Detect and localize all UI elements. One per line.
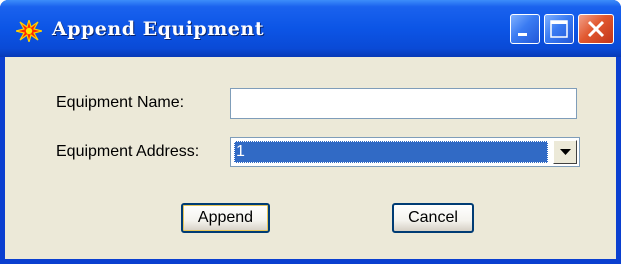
close-button[interactable] [578, 14, 614, 44]
title-bar[interactable]: Append Equipment [0, 0, 621, 57]
maximize-button[interactable] [544, 14, 574, 44]
minimize-button[interactable] [510, 14, 540, 44]
dialog-window: Append Equipment Equipment Name: Equipme… [0, 0, 621, 264]
window-title: Append Equipment [52, 18, 264, 40]
append-button[interactable]: Append [181, 203, 270, 233]
equipment-address-select[interactable]: 1 [230, 137, 580, 167]
chevron-down-icon [560, 149, 571, 155]
equipment-name-label: Equipment Name: [56, 94, 185, 111]
equipment-address-label: Equipment Address: [56, 143, 200, 160]
cancel-button[interactable]: Cancel [392, 203, 474, 233]
dropdown-button[interactable] [553, 140, 577, 164]
explosion-icon [15, 17, 43, 45]
minimize-icon [518, 33, 527, 36]
equipment-name-input[interactable] [230, 88, 577, 119]
close-icon [587, 20, 605, 38]
equipment-address-value: 1 [234, 141, 548, 163]
maximize-icon [550, 20, 568, 38]
dialog-body: Equipment Name: Equipment Address: 1 App… [5, 57, 616, 259]
